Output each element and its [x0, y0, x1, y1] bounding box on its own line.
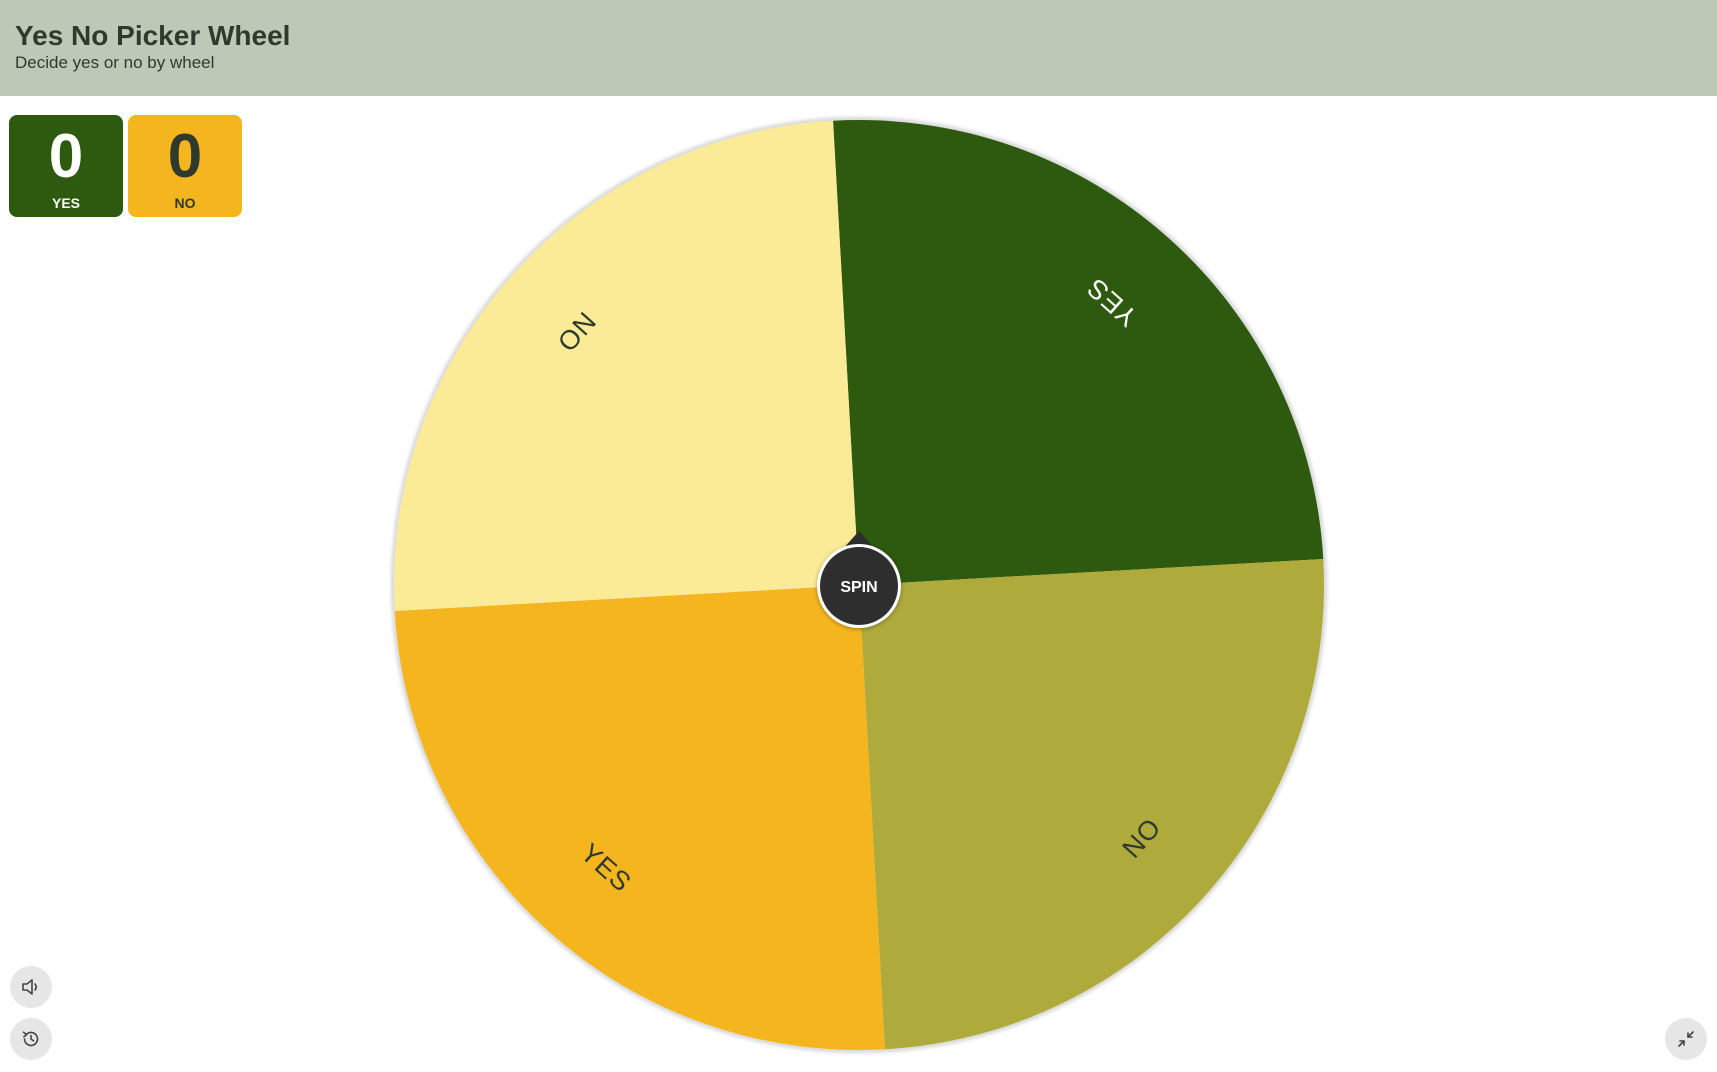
picker-wheel[interactable]: YESNOYESNO SPIN: [0, 0, 1717, 1072]
history-icon: [20, 1028, 42, 1050]
wheel-segment: [859, 559, 1324, 1050]
collapse-button[interactable]: [1665, 1018, 1707, 1060]
speaker-icon: [20, 976, 42, 998]
wheel-segment: [394, 585, 885, 1050]
wheel-segment: [394, 120, 859, 611]
wheel-segment: [833, 120, 1324, 586]
spin-button-label: SPIN: [840, 579, 877, 596]
collapse-icon: [1675, 1028, 1697, 1050]
sound-toggle-button[interactable]: [10, 966, 52, 1008]
history-button[interactable]: [10, 1018, 52, 1060]
